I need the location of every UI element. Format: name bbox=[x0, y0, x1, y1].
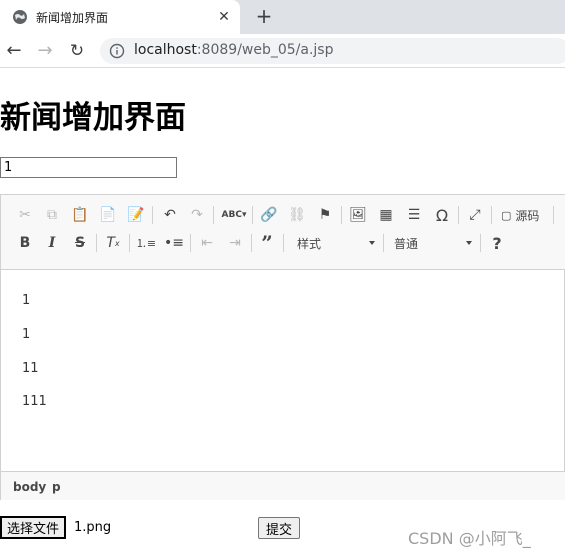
chevron-down-icon bbox=[466, 241, 472, 245]
selected-file-name: 1.png bbox=[74, 520, 112, 535]
editor-toolbar: ✂ ⧉ 📋 📄 📝 ↶ ↷ ABC▾ 🔗 ⛓ ⚑ 🖼 ▦ ☰ Ω ⤢ ▢ 源码 … bbox=[1, 195, 565, 270]
toolbar-separator bbox=[491, 206, 492, 224]
maximize-icon[interactable]: ⤢ bbox=[465, 205, 485, 225]
editor-content[interactable]: 1 1 11 111 bbox=[1, 271, 565, 471]
url-text[interactable]: localhost:8089/web_05/a.jsp bbox=[134, 42, 334, 58]
globe-icon bbox=[13, 10, 27, 24]
anchor-flag-icon[interactable]: ⚑ bbox=[315, 205, 335, 225]
style-combo-label: 样式 bbox=[297, 236, 322, 251]
toolbar-separator bbox=[129, 234, 130, 252]
editor-paragraph: 111 bbox=[22, 394, 47, 409]
element-path-bar: body p bbox=[1, 471, 565, 500]
reload-icon[interactable]: ↻ bbox=[67, 41, 87, 61]
paste-text-icon[interactable]: 📄 bbox=[98, 205, 118, 225]
close-tab-icon[interactable]: ✕ bbox=[216, 9, 232, 25]
indent-icon[interactable]: ⇥ bbox=[225, 233, 245, 253]
undo-icon[interactable]: ↶ bbox=[160, 205, 180, 225]
page-title: 新闻增加界面 bbox=[0, 100, 186, 136]
bulleted-list-icon[interactable]: •≡ bbox=[164, 233, 184, 253]
blockquote-icon[interactable]: ” bbox=[257, 231, 277, 255]
editor-paragraph: 1 bbox=[22, 327, 31, 342]
path-item-body[interactable]: body bbox=[13, 480, 46, 494]
paste-icon[interactable]: 📋 bbox=[70, 205, 90, 225]
italic-icon[interactable]: I bbox=[42, 233, 62, 253]
source-label: 源码 bbox=[515, 208, 540, 223]
image-icon[interactable]: 🖼 bbox=[348, 205, 368, 225]
copy-icon[interactable]: ⧉ bbox=[42, 205, 62, 225]
redo-icon[interactable]: ↷ bbox=[187, 205, 207, 225]
news-title-input[interactable] bbox=[0, 157, 177, 178]
toolbar-separator bbox=[283, 234, 284, 252]
editor-paragraph: 1 bbox=[22, 293, 31, 308]
format-combo-label: 普通 bbox=[394, 236, 419, 251]
tab-title: 新闻增加界面 bbox=[36, 11, 109, 25]
outdent-icon[interactable]: ⇤ bbox=[197, 233, 217, 253]
url-host: localhost bbox=[134, 42, 197, 58]
address-bar[interactable]: localhost:8089/web_05/a.jsp bbox=[100, 38, 565, 64]
bold-icon[interactable]: B bbox=[15, 233, 35, 253]
browser-tab-bar: 新闻增加界面 ✕ + bbox=[0, 0, 565, 34]
toolbar-separator bbox=[152, 206, 153, 224]
source-button[interactable]: ▢ 源码 bbox=[501, 205, 539, 225]
choose-file-button[interactable]: 选择文件 bbox=[0, 516, 67, 539]
toolbar-separator bbox=[252, 206, 253, 224]
csdn-watermark: CSDN @小阿飞_ bbox=[408, 529, 531, 548]
toolbar-separator bbox=[480, 234, 481, 252]
forward-arrow-icon[interactable]: → bbox=[35, 41, 55, 61]
help-icon[interactable]: ? bbox=[487, 233, 507, 253]
remove-format-icon[interactable]: Tx bbox=[103, 233, 123, 253]
link-icon[interactable]: 🔗 bbox=[259, 205, 279, 225]
horizontal-line-icon[interactable]: ☰ bbox=[404, 205, 424, 225]
toolbar-separator bbox=[190, 234, 191, 252]
strikethrough-icon[interactable]: S bbox=[70, 233, 90, 253]
rich-text-editor: ✂ ⧉ 📋 📄 📝 ↶ ↷ ABC▾ 🔗 ⛓ ⚑ 🖼 ▦ ☰ Ω ⤢ ▢ 源码 … bbox=[0, 194, 565, 500]
source-icon: ▢ bbox=[501, 208, 512, 222]
toolbar-separator bbox=[383, 234, 384, 252]
toolbar-separator bbox=[458, 206, 459, 224]
paste-word-icon[interactable]: 📝 bbox=[126, 205, 146, 225]
path-item-p[interactable]: p bbox=[52, 480, 61, 494]
toolbar-separator bbox=[553, 206, 554, 224]
cut-icon[interactable]: ✂ bbox=[15, 205, 35, 225]
chevron-down-icon bbox=[369, 241, 375, 245]
new-tab-icon[interactable]: + bbox=[254, 6, 274, 26]
style-combo[interactable]: 样式 bbox=[297, 233, 377, 253]
submit-button[interactable]: 提交 bbox=[258, 517, 300, 539]
spellcheck-icon[interactable]: ABC▾ bbox=[220, 205, 248, 225]
format-combo[interactable]: 普通 bbox=[394, 233, 474, 253]
table-icon[interactable]: ▦ bbox=[376, 205, 396, 225]
browser-tab[interactable]: 新闻增加界面 ✕ bbox=[0, 0, 240, 34]
toolbar-separator bbox=[213, 206, 214, 224]
toolbar-separator bbox=[341, 206, 342, 224]
toolbar-separator bbox=[96, 234, 97, 252]
toolbar-separator bbox=[251, 234, 252, 252]
url-path: :8089/web_05/a.jsp bbox=[196, 42, 334, 58]
back-arrow-icon[interactable]: ← bbox=[4, 41, 24, 61]
numbered-list-icon[interactable]: ⒈≡ bbox=[136, 233, 156, 253]
special-char-icon[interactable]: Ω bbox=[432, 205, 452, 225]
info-icon[interactable] bbox=[109, 43, 125, 59]
unlink-icon[interactable]: ⛓ bbox=[287, 205, 307, 225]
editor-paragraph: 11 bbox=[22, 361, 39, 376]
